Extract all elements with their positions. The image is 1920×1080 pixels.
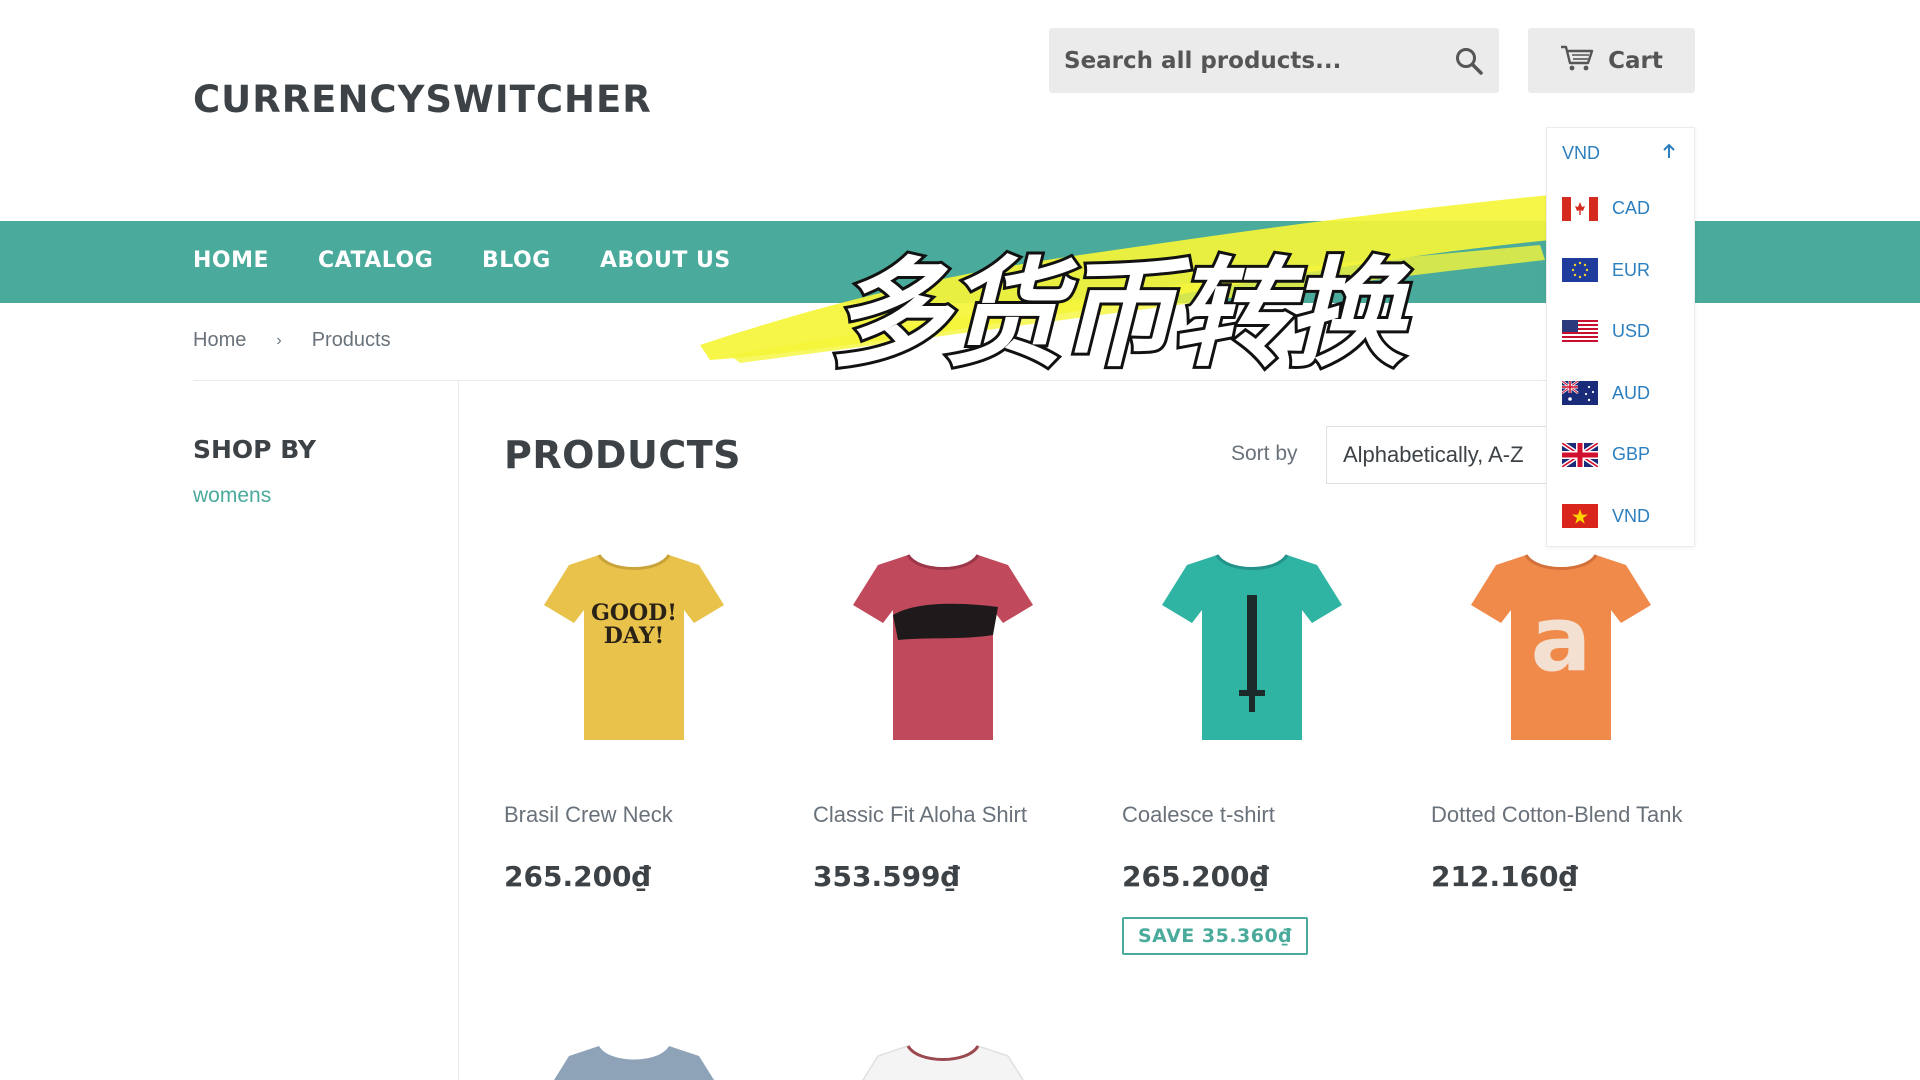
product-card[interactable]: GOOD! DAY! Brasil Crew Neck 265.200₫ — [504, 530, 764, 893]
currency-option-eur[interactable]: EUR — [1547, 240, 1694, 302]
product-image[interactable] — [813, 530, 1073, 760]
product-image[interactable]: GOOD! DAY! — [504, 530, 764, 760]
sort-select[interactable]: Alphabetically, A-Z — [1326, 426, 1546, 484]
currency-option-label: EUR — [1612, 259, 1651, 280]
currency-option-label: VND — [1612, 505, 1651, 526]
product-card[interactable]: Coalesce t-shirt 265.200₫ SAVE 35.360₫ — [1122, 530, 1382, 955]
currency-option-label: GBP — [1612, 444, 1651, 465]
breadcrumb: Home › Products — [193, 329, 391, 352]
page-title: PRODUCTS — [504, 433, 741, 477]
product-price: 265.200₫ — [504, 860, 652, 893]
nav-item-home[interactable]: HOME — [193, 248, 269, 273]
currency-option-gbp[interactable]: GBP — [1547, 424, 1694, 486]
arrow-up-icon — [1662, 143, 1676, 164]
banner-title: 多货币转换 — [830, 245, 1404, 383]
product-image[interactable] — [1122, 530, 1382, 760]
cart-button[interactable]: Cart — [1528, 28, 1695, 93]
product-price: 212.160₫ — [1431, 860, 1579, 893]
product-card[interactable] — [813, 1036, 1073, 1080]
product-image[interactable] — [539, 1036, 729, 1080]
store-logo[interactable]: CURRENCYSWITCHER — [193, 78, 652, 121]
flag-vietnam-icon — [1562, 504, 1598, 529]
currency-option-usd[interactable]: USD — [1547, 301, 1694, 363]
sidebar-heading: SHOP BY — [193, 435, 316, 464]
currency-option-cad[interactable]: CAD — [1547, 178, 1694, 240]
product-name[interactable]: Classic Fit Aloha Shirt — [813, 802, 1027, 828]
flag-canada-icon — [1562, 196, 1598, 221]
nav-item-catalog[interactable]: CATALOG — [318, 248, 433, 273]
flag-usa-icon — [1562, 319, 1598, 344]
product-name[interactable]: Brasil Crew Neck — [504, 802, 673, 828]
search-bar — [1049, 28, 1499, 93]
breadcrumb-separator: › — [276, 331, 282, 349]
cart-icon — [1560, 44, 1594, 78]
currency-option-label: CAD — [1612, 198, 1651, 219]
flag-uk-icon — [1562, 442, 1598, 467]
sale-badge: SAVE 35.360₫ — [1122, 917, 1308, 955]
product-name[interactable]: Dotted Cotton-Blend Tank — [1431, 802, 1683, 828]
currency-selected-label: VND — [1562, 142, 1601, 163]
currency-option-aud[interactable]: AUD — [1547, 363, 1694, 425]
svg-text:a: a — [1531, 587, 1592, 692]
sort-label: Sort by — [1231, 442, 1298, 465]
search-input[interactable] — [1049, 28, 1439, 93]
breadcrumb-current: Products — [311, 329, 391, 351]
nav-item-blog[interactable]: BLOG — [482, 248, 551, 273]
product-card[interactable]: a Dotted Cotton-Blend Tank 212.160₫ — [1431, 530, 1691, 893]
product-image[interactable] — [848, 1036, 1038, 1080]
product-price: 353.599₫ — [813, 860, 961, 893]
product-card[interactable]: Classic Fit Aloha Shirt 353.599₫ — [813, 530, 1073, 893]
sort-value: Alphabetically, A-Z — [1343, 442, 1524, 467]
svg-text:DAY!: DAY! — [604, 623, 664, 649]
sidebar-divider — [458, 381, 459, 1080]
currency-dropdown[interactable]: VND CAD EUR USD AUD GBP VND — [1546, 127, 1695, 547]
divider — [193, 380, 1693, 381]
search-icon[interactable] — [1439, 28, 1499, 93]
product-card[interactable] — [504, 1036, 764, 1080]
product-name[interactable]: Coalesce t-shirt — [1122, 802, 1275, 828]
breadcrumb-home[interactable]: Home — [193, 329, 246, 352]
cart-label: Cart — [1608, 47, 1663, 74]
flag-eu-icon — [1562, 258, 1598, 283]
product-image[interactable]: a — [1431, 530, 1691, 760]
sidebar-tag-womens[interactable]: womens — [193, 484, 271, 508]
currency-selected[interactable]: VND — [1547, 128, 1694, 178]
product-price: 265.200₫ — [1122, 860, 1270, 893]
currency-option-label: USD — [1612, 321, 1651, 342]
currency-option-label: AUD — [1612, 382, 1651, 403]
flag-australia-icon — [1562, 381, 1598, 406]
